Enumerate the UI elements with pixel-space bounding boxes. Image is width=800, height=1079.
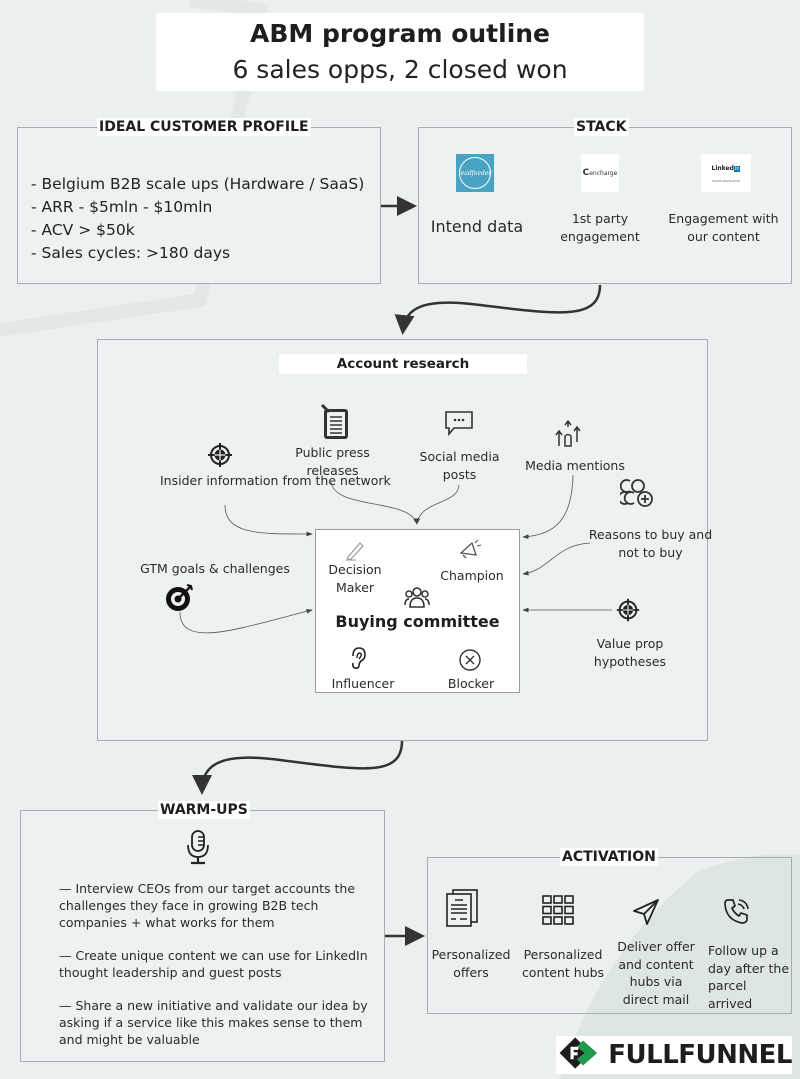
fullfunnel-logo-icon	[559, 1037, 598, 1069]
arrow-gtm-to-committee	[179, 609, 313, 634]
arrow-research-to-warmups	[192, 740, 404, 795]
connectors-layer	[179, 196, 612, 946]
arrow-reasons-to-committee	[522, 542, 591, 576]
arrow-media-to-committee	[522, 474, 574, 540]
arrow-press-to-committee	[330, 481, 418, 525]
brand-name: FULLFUNNEL	[608, 1040, 792, 1070]
arrow-insider-to-committee	[224, 504, 313, 537]
arrow-stack-to-research	[394, 284, 602, 335]
arrow-social-to-committee	[415, 484, 460, 525]
fullfunnel-brand: FULLFUNNEL	[556, 1036, 792, 1074]
